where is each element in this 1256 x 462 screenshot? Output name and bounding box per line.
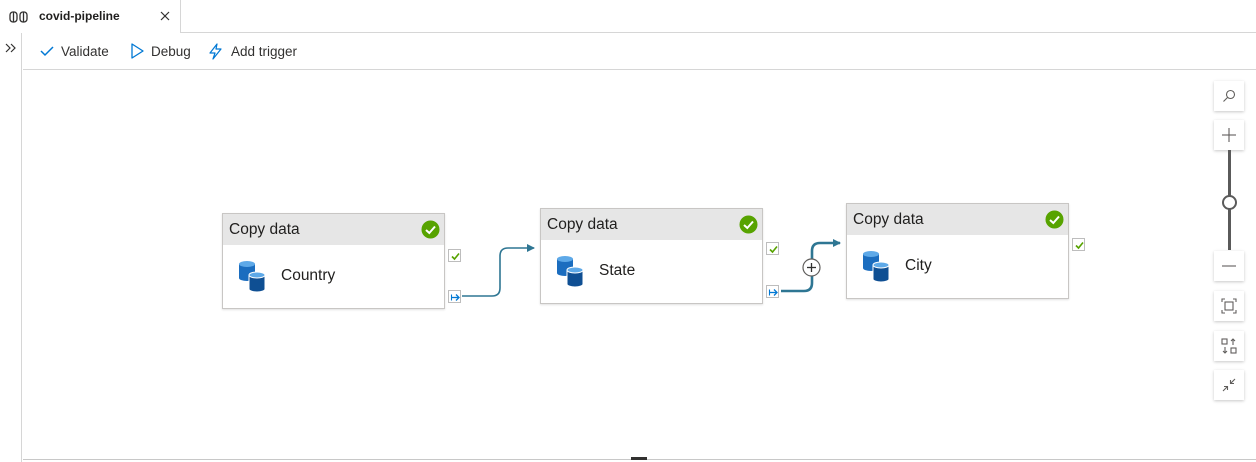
lightning-icon xyxy=(209,42,222,60)
validate-label: Validate xyxy=(61,43,109,59)
arrow-right-icon xyxy=(768,289,778,296)
checkmark-icon xyxy=(769,245,778,254)
add-trigger-button[interactable]: Add trigger xyxy=(208,33,297,69)
success-check-icon xyxy=(739,215,758,234)
add-activity-icon[interactable] xyxy=(802,258,821,277)
tab-covid-pipeline[interactable]: covid-pipeline xyxy=(0,0,181,33)
minus-icon xyxy=(1222,265,1236,267)
zoom-slider-thumb[interactable] xyxy=(1222,195,1237,210)
database-icon xyxy=(237,259,269,293)
success-output-port[interactable] xyxy=(1072,238,1085,251)
activity-header: Copy data xyxy=(541,209,762,240)
search-icon xyxy=(1223,89,1236,102)
checkmark-icon xyxy=(40,46,54,57)
left-rail xyxy=(0,33,22,462)
zoom-out-button[interactable] xyxy=(1214,251,1244,281)
activity-name: Country xyxy=(281,267,336,284)
activity-header: Copy data xyxy=(223,214,444,245)
debug-label: Debug xyxy=(151,43,191,59)
fit-to-screen-button[interactable] xyxy=(1214,291,1244,321)
checkmark-icon xyxy=(1075,241,1084,250)
activity-type: Copy data xyxy=(547,216,618,233)
collapse-button[interactable] xyxy=(1214,370,1244,400)
debug-button[interactable]: Debug xyxy=(130,33,191,69)
activity-name: State xyxy=(599,262,636,279)
activity-city[interactable]: Copy data City xyxy=(846,203,1069,299)
activity-state[interactable]: Copy data State xyxy=(540,208,763,304)
checkmark-icon xyxy=(451,252,460,261)
activity-name: City xyxy=(905,257,932,274)
activity-country[interactable]: Copy data Country xyxy=(222,213,445,309)
success-output-port[interactable] xyxy=(766,242,779,255)
play-icon xyxy=(131,43,144,59)
success-check-icon xyxy=(421,220,440,239)
panel-resize-handle[interactable] xyxy=(631,457,647,460)
database-icon xyxy=(555,254,587,288)
database-icon xyxy=(861,249,893,283)
arrow-right-icon xyxy=(450,294,460,301)
tab-strip: covid-pipeline xyxy=(0,0,1256,33)
search-button[interactable] xyxy=(1214,81,1244,111)
fit-to-screen-icon xyxy=(1221,298,1237,314)
activity-header: Copy data xyxy=(847,204,1068,235)
activity-type: Copy data xyxy=(853,211,924,228)
auto-align-button[interactable] xyxy=(1214,331,1244,361)
close-icon[interactable] xyxy=(158,9,172,23)
collapse-icon xyxy=(1222,378,1236,392)
pipeline-toolbar: Validate Debug Add trigger xyxy=(23,33,1256,70)
success-output-port[interactable] xyxy=(448,249,461,262)
auto-align-icon xyxy=(1221,338,1237,354)
tab-title: covid-pipeline xyxy=(39,9,120,23)
activity-type: Copy data xyxy=(229,221,300,238)
success-check-icon xyxy=(1045,210,1064,229)
completion-output-port[interactable] xyxy=(448,290,461,303)
zoom-in-button[interactable] xyxy=(1214,120,1244,150)
pipeline-icon xyxy=(9,10,29,24)
validate-button[interactable]: Validate xyxy=(40,33,109,69)
plus-icon xyxy=(1222,128,1236,142)
completion-output-port[interactable] xyxy=(766,285,779,298)
add-trigger-label: Add trigger xyxy=(231,43,298,59)
expand-panel-icon[interactable] xyxy=(4,41,18,55)
